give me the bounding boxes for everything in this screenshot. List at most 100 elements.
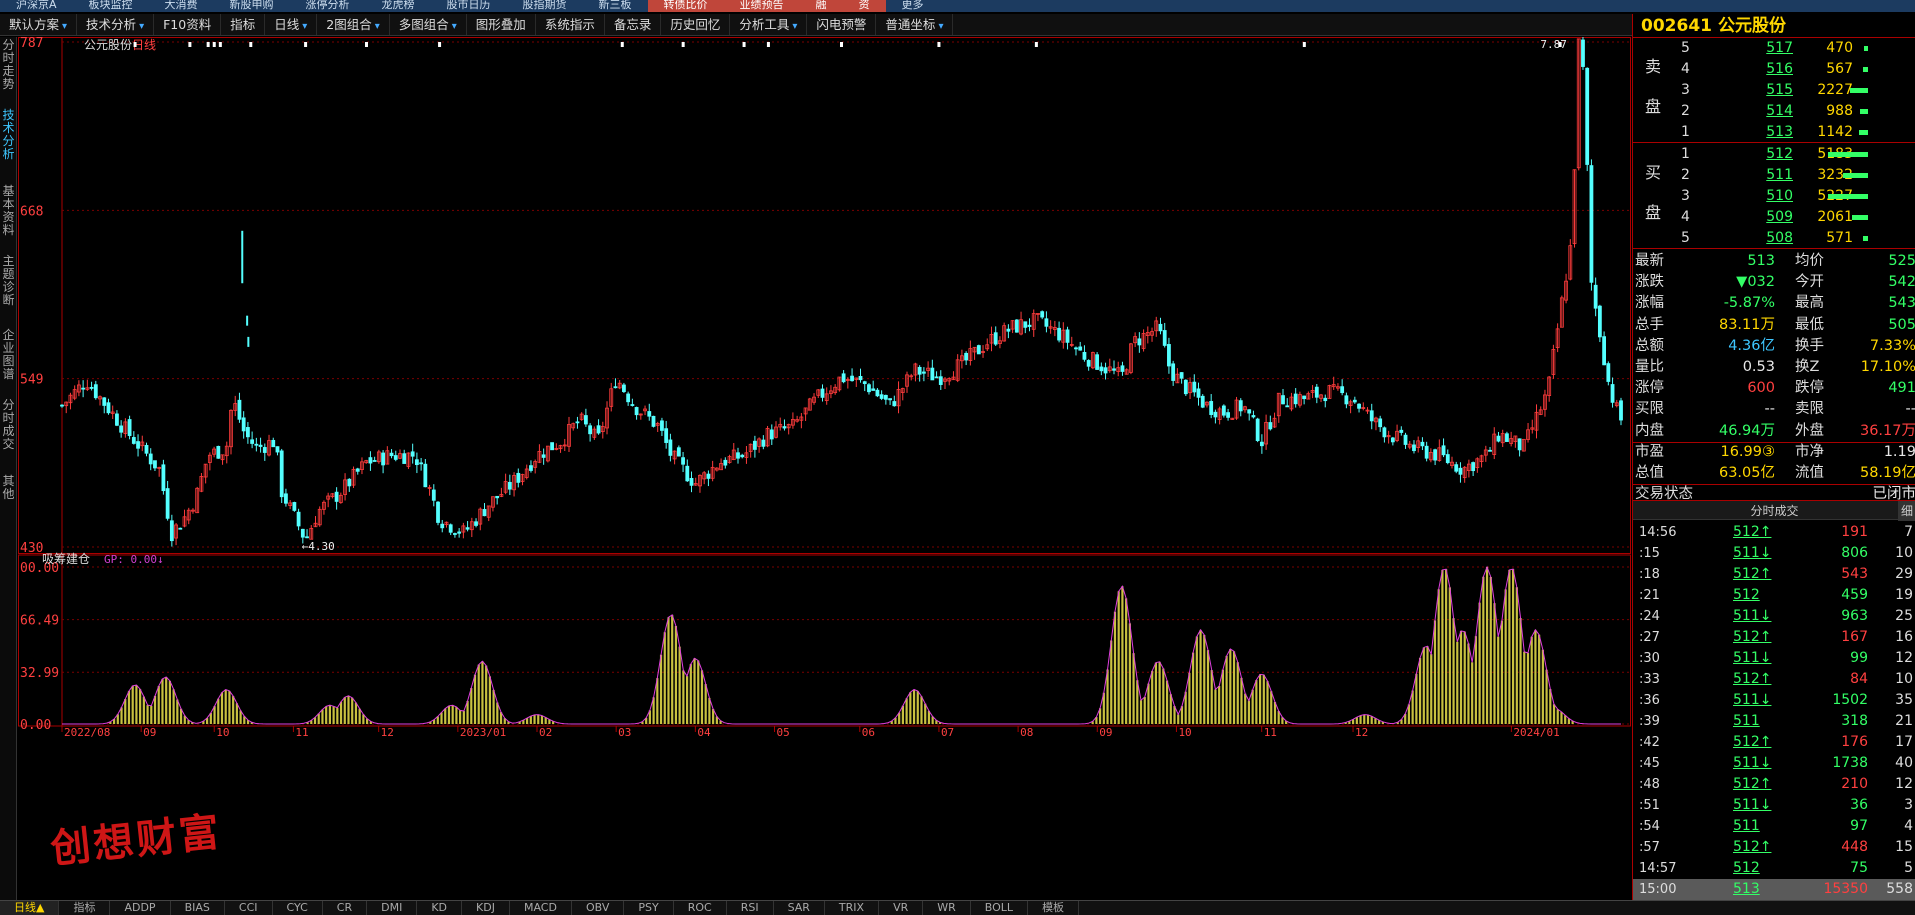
- sell-price[interactable]: 517: [1741, 38, 1793, 59]
- bottom-tab-19[interactable]: BOLL: [971, 901, 1029, 915]
- tick-price: 511: [1733, 713, 1760, 729]
- bottom-tab-15[interactable]: SAR: [774, 901, 825, 915]
- sidebar-tab-6[interactable]: 其他: [0, 475, 17, 501]
- buy-price[interactable]: 512: [1741, 144, 1793, 165]
- sell-book: 卖 盘 5 517 470 4 516 567 3 515 2227 2 514 988 1 513 114…: [1633, 38, 1915, 143]
- candle-down: [436, 501, 440, 523]
- bottom-tab-7[interactable]: DMI: [367, 901, 418, 915]
- stat-row-1: 涨跌 ▼032 今开 542: [1633, 272, 1915, 293]
- bottom-tab-8[interactable]: KD: [417, 901, 463, 915]
- tick-price: 512↑: [1733, 839, 1772, 855]
- toolbar-btn-6[interactable]: 多图组合: [390, 14, 467, 35]
- top-tab-12[interactable]: 资: [842, 0, 886, 12]
- bottom-tab-13[interactable]: ROC: [674, 901, 727, 915]
- buy-price[interactable]: 508: [1741, 228, 1793, 249]
- bottom-tab-2[interactable]: ADDP: [110, 901, 171, 915]
- top-tab-8[interactable]: 新三板: [583, 0, 648, 12]
- tick-count: 25: [1895, 608, 1913, 624]
- sell-volume-bar: [1864, 46, 1868, 51]
- toolbar-btn-1[interactable]: 技术分析: [77, 14, 155, 35]
- top-tab-2[interactable]: 大消费: [149, 0, 214, 12]
- sidebar-tab-4[interactable]: 企业图谱: [0, 329, 17, 381]
- detail-button[interactable]: 细: [1898, 501, 1915, 521]
- candle-down: [241, 417, 246, 432]
- sidebar-tab-2[interactable]: 基本资料: [0, 185, 17, 237]
- stat-row-7: 买限 -- 卖限 --: [1633, 399, 1915, 420]
- bottom-tab-10[interactable]: MACD: [510, 901, 572, 915]
- candle-down: [740, 454, 745, 458]
- buy-price[interactable]: 509: [1741, 207, 1793, 228]
- toolbar-btn-2[interactable]: F10资料: [154, 14, 222, 35]
- candle-down: [622, 384, 626, 393]
- bottom-tab-18[interactable]: WR: [923, 901, 971, 915]
- top-tab-3[interactable]: 新股申购: [214, 0, 290, 12]
- candle-down: [292, 502, 297, 511]
- tick-row: :42 512↑ 176 17: [1633, 732, 1915, 753]
- sidebar-tab-5[interactable]: 分时成交: [0, 399, 17, 451]
- toolbar-btn-0[interactable]: 默认方案: [0, 14, 78, 35]
- toolbar-btn-9[interactable]: 备忘录: [605, 14, 662, 35]
- toolbar-btn-11[interactable]: 分析工具: [730, 14, 808, 35]
- bottom-tab-0[interactable]: 日线▲: [0, 901, 60, 915]
- top-tab-5[interactable]: 龙虎榜: [366, 0, 431, 12]
- top-tab-0[interactable]: 沪深京A: [0, 0, 73, 12]
- candle-down: [1103, 367, 1108, 374]
- candle-down: [275, 446, 280, 453]
- kline-chart-svg[interactable]: 78766854943000.0066.4932.990.00公元股份 日线吸筹建…: [18, 37, 1631, 900]
- toolbar-btn-12[interactable]: 闪电预警: [807, 14, 877, 35]
- bottom-tab-6[interactable]: CR: [323, 901, 368, 915]
- toolbar-btn-5[interactable]: 2图组合: [317, 14, 390, 35]
- toolbar-btn-8[interactable]: 系统指示: [536, 14, 605, 35]
- event-marker: [681, 42, 685, 47]
- toolbar-btn-7[interactable]: 图形叠加: [467, 14, 536, 35]
- sell-price[interactable]: 516: [1741, 59, 1793, 80]
- candle-down: [448, 524, 453, 533]
- stat-value: 0.53: [1742, 359, 1775, 375]
- bottom-tab-3[interactable]: BIAS: [171, 901, 225, 915]
- bottom-tab-12[interactable]: PSY: [624, 901, 674, 915]
- sell-row-1: 4 516 567: [1633, 59, 1915, 80]
- chart-area[interactable]: 787 668 549 430 00.00 66.49 32.99 0.00 公元股份 日线 吸筹建…: [18, 37, 1631, 900]
- toolbar-btn-4[interactable]: 日线: [265, 14, 318, 35]
- indicator-pane-frame: [18, 554, 1631, 727]
- toolbar-btn-3[interactable]: 指标: [221, 14, 266, 35]
- candle-down: [1314, 386, 1319, 398]
- bottom-tab-16[interactable]: TRIX: [825, 901, 880, 915]
- tick-count: 29: [1895, 566, 1913, 582]
- candle-down: [440, 523, 445, 529]
- top-tab-9[interactable]: 转债比价: [647, 0, 724, 12]
- tick-header[interactable]: 分时成交 细: [1633, 500, 1915, 521]
- sidebar-tab-3[interactable]: 主题诊断: [0, 255, 17, 307]
- toolbar-btn-10[interactable]: 历史回忆: [661, 14, 731, 35]
- top-tab-4[interactable]: 涨停分析: [290, 0, 366, 12]
- bottom-tab-9[interactable]: KDJ: [462, 901, 510, 915]
- bottom-tab-4[interactable]: CCI: [225, 901, 273, 915]
- candle-down: [169, 520, 174, 542]
- main-toolbar: 默认方案技术分析F10资料指标日线2图组合多图组合图形叠加系统指示备忘录历史回忆…: [0, 14, 1915, 36]
- top-tab-11[interactable]: 融: [799, 0, 843, 12]
- sell-volume-bar: [1859, 130, 1868, 135]
- top-tab-10[interactable]: 业绩预告: [723, 0, 800, 12]
- top-tab-1[interactable]: 板块监控: [73, 0, 149, 12]
- top-tab-6[interactable]: 股市日历: [431, 0, 507, 12]
- bottom-tab-11[interactable]: OBV: [572, 901, 625, 915]
- x-axis-label: 12: [381, 726, 394, 739]
- top-tab-13[interactable]: 更多: [886, 0, 940, 12]
- sidebar-tab-1[interactable]: 技术分析: [0, 109, 17, 161]
- bottom-tab-17[interactable]: VR: [879, 901, 924, 915]
- candle-down: [1065, 329, 1070, 343]
- sell-price[interactable]: 513: [1741, 122, 1793, 143]
- bottom-tab-20[interactable]: 模板: [1028, 901, 1080, 915]
- bottom-tab-5[interactable]: CYC: [273, 901, 323, 915]
- bottom-tab-1[interactable]: 指标: [59, 901, 111, 915]
- sell-price[interactable]: 514: [1741, 101, 1793, 122]
- tick-row: :33 512↑ 84 10: [1633, 669, 1915, 690]
- bottom-tab-14[interactable]: RSI: [727, 901, 774, 915]
- toolbar-btn-13[interactable]: 普通坐标: [876, 14, 954, 35]
- sell-price[interactable]: 515: [1741, 80, 1793, 101]
- buy-book: 买 盘 151251832511323235105227450920615508…: [1633, 144, 1915, 249]
- sidebar-tab-0[interactable]: 分时走势: [0, 39, 17, 91]
- buy-price[interactable]: 510: [1741, 186, 1793, 207]
- buy-price[interactable]: 511: [1741, 165, 1793, 186]
- top-tab-7[interactable]: 股指期货: [507, 0, 583, 12]
